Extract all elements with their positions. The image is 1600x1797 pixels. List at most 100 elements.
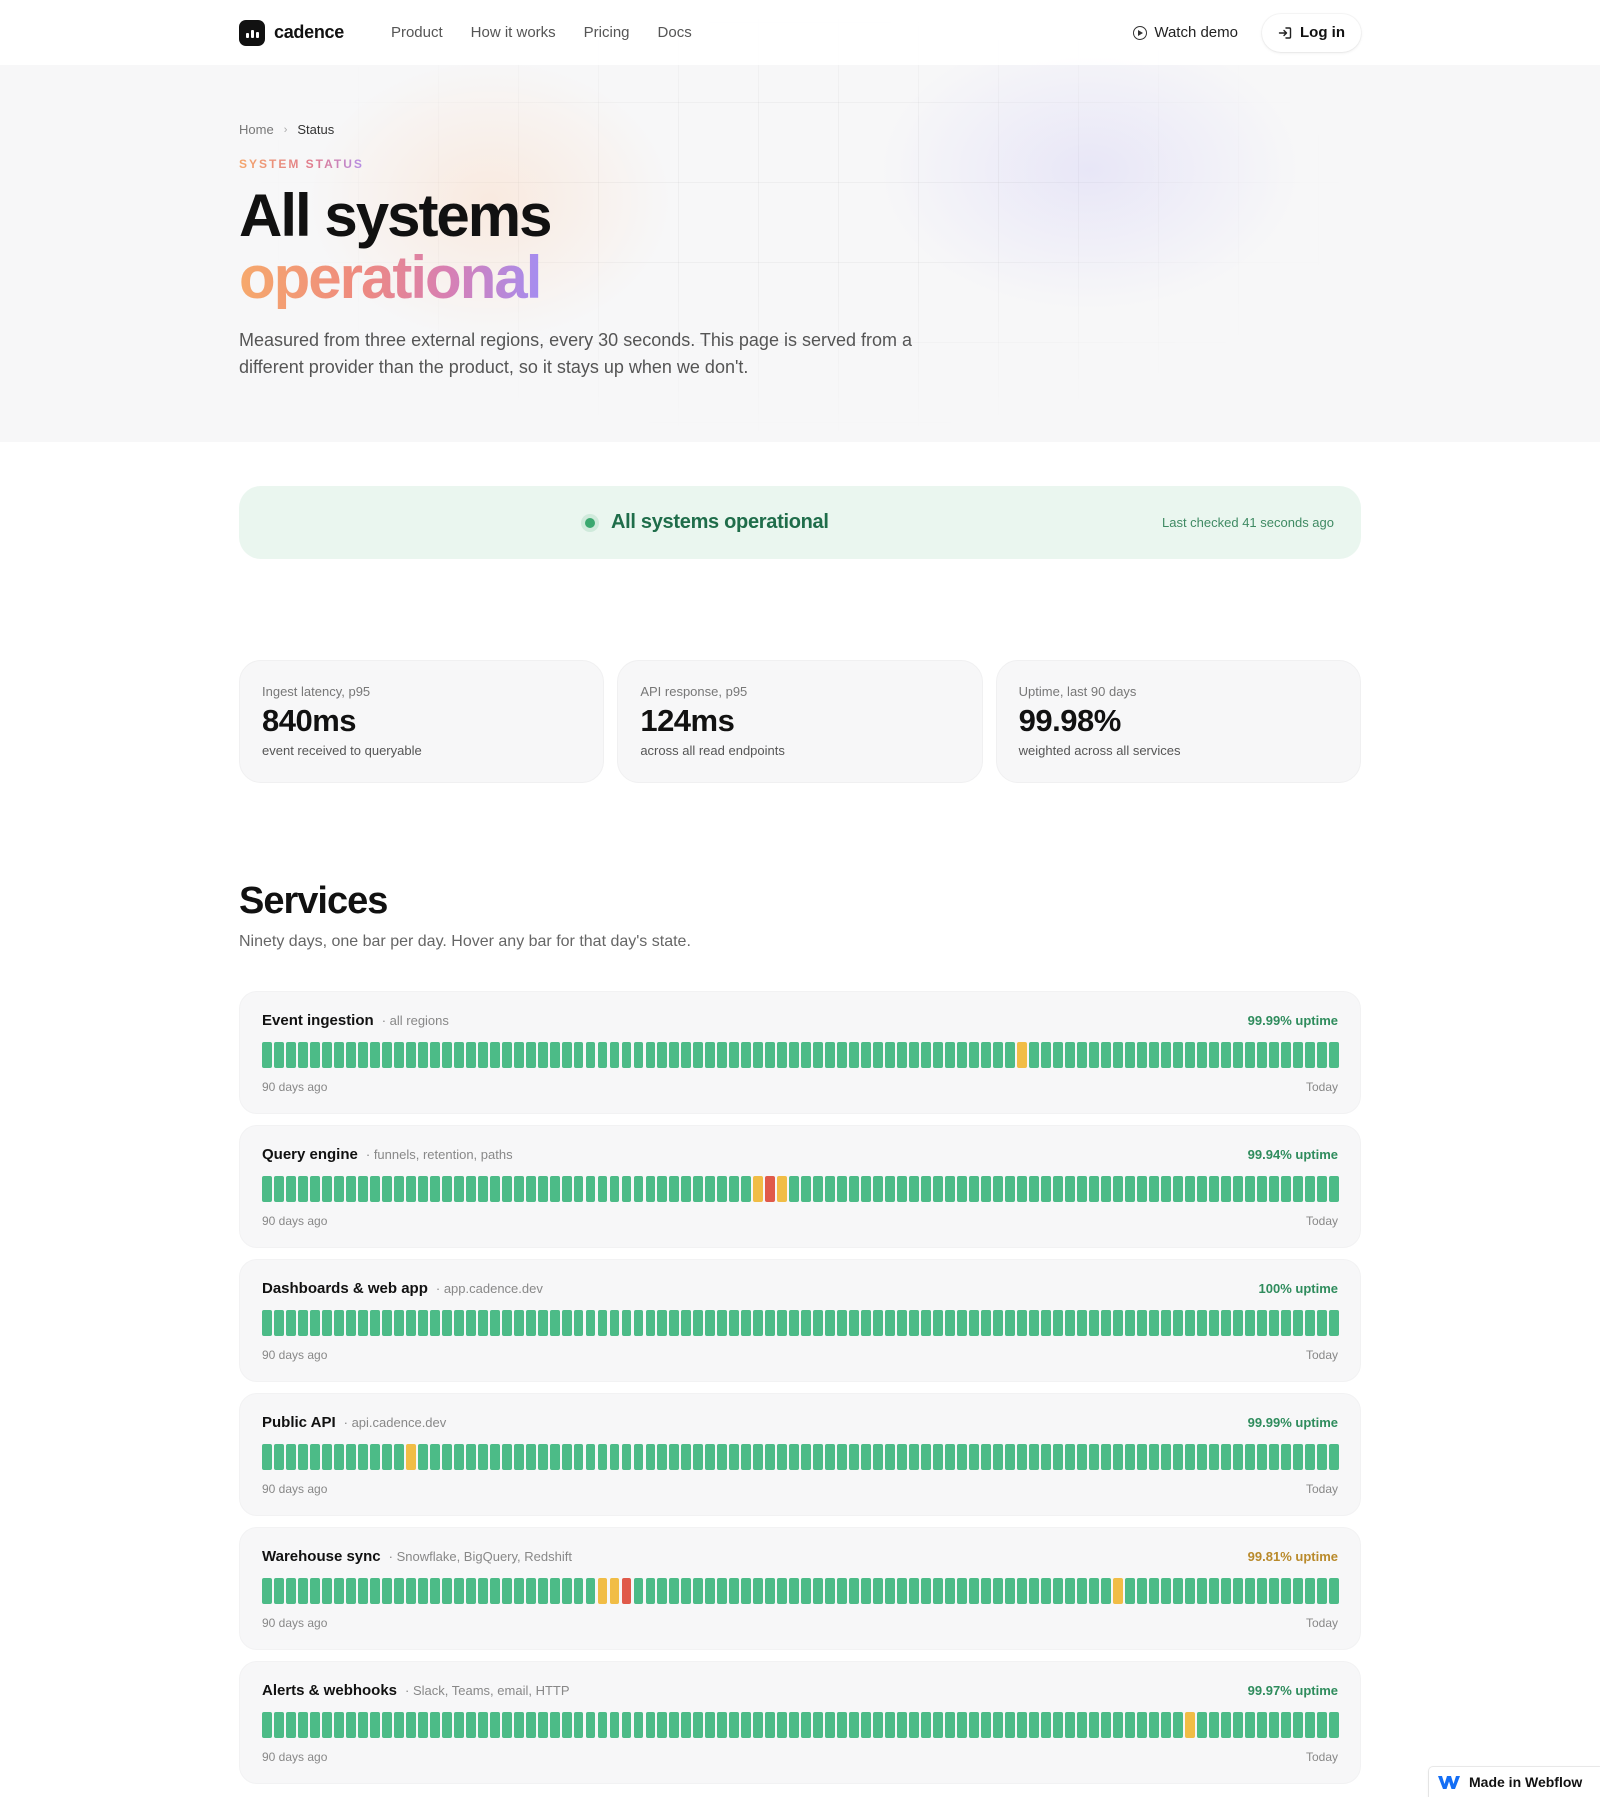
- day-bar-operational[interactable]: [573, 1176, 584, 1202]
- day-bar-operational[interactable]: [801, 1578, 812, 1604]
- day-bar-operational[interactable]: [753, 1310, 764, 1336]
- day-bar-operational[interactable]: [981, 1578, 991, 1604]
- day-bar-operational[interactable]: [741, 1176, 752, 1202]
- day-bar-operational[interactable]: [549, 1712, 560, 1738]
- day-bar-operational[interactable]: [262, 1310, 272, 1336]
- day-bar-operational[interactable]: [309, 1176, 320, 1202]
- day-bar-operational[interactable]: [813, 1444, 824, 1470]
- day-bar-operational[interactable]: [477, 1444, 488, 1470]
- day-bar-operational[interactable]: [1040, 1578, 1051, 1604]
- day-bar-operational[interactable]: [333, 1042, 344, 1068]
- day-bar-operational[interactable]: [1328, 1310, 1339, 1336]
- day-bar-operational[interactable]: [273, 1310, 284, 1336]
- day-bar-operational[interactable]: [801, 1712, 812, 1738]
- day-bar-operational[interactable]: [1292, 1578, 1303, 1604]
- day-bar-operational[interactable]: [1328, 1444, 1339, 1470]
- day-bar-operational[interactable]: [1256, 1712, 1267, 1738]
- day-bar-operational[interactable]: [813, 1578, 824, 1604]
- day-bar-operational[interactable]: [1268, 1712, 1279, 1738]
- day-bar-operational[interactable]: [585, 1712, 596, 1738]
- day-bar-outage[interactable]: [765, 1176, 776, 1202]
- day-bar-operational[interactable]: [393, 1042, 404, 1068]
- day-bar-operational[interactable]: [621, 1712, 632, 1738]
- day-bar-operational[interactable]: [945, 1712, 955, 1738]
- day-bar-operational[interactable]: [849, 1578, 860, 1604]
- day-bar-operational[interactable]: [645, 1310, 656, 1336]
- day-bar-operational[interactable]: [837, 1578, 848, 1604]
- day-bar-operational[interactable]: [1184, 1578, 1195, 1604]
- day-bar-outage[interactable]: [621, 1578, 632, 1604]
- day-bar-operational[interactable]: [693, 1444, 704, 1470]
- day-bar-operational[interactable]: [1136, 1310, 1147, 1336]
- day-bar-operational[interactable]: [825, 1712, 836, 1738]
- day-bar-operational[interactable]: [1292, 1444, 1303, 1470]
- day-bar-operational[interactable]: [573, 1578, 584, 1604]
- day-bar-operational[interactable]: [573, 1310, 584, 1336]
- day-bar-operational[interactable]: [1196, 1310, 1207, 1336]
- day-bar-operational[interactable]: [813, 1176, 824, 1202]
- day-bar-operational[interactable]: [861, 1578, 872, 1604]
- day-bar-operational[interactable]: [1005, 1578, 1015, 1604]
- day-bar-operational[interactable]: [825, 1444, 836, 1470]
- day-bar-operational[interactable]: [993, 1712, 1003, 1738]
- day-bar-operational[interactable]: [1232, 1712, 1243, 1738]
- day-bar-operational[interactable]: [465, 1176, 476, 1202]
- day-bar-operational[interactable]: [657, 1444, 668, 1470]
- day-bar-operational[interactable]: [273, 1712, 284, 1738]
- day-bar-operational[interactable]: [789, 1176, 800, 1202]
- day-bar-operational[interactable]: [429, 1176, 440, 1202]
- day-bar-operational[interactable]: [753, 1712, 764, 1738]
- day-bar-operational[interactable]: [837, 1712, 848, 1738]
- day-bar-operational[interactable]: [1244, 1310, 1255, 1336]
- day-bar-operational[interactable]: [1148, 1712, 1159, 1738]
- day-bar-operational[interactable]: [909, 1712, 920, 1738]
- day-bar-operational[interactable]: [1100, 1712, 1111, 1738]
- day-bar-operational[interactable]: [405, 1042, 416, 1068]
- day-bar-operational[interactable]: [285, 1310, 296, 1336]
- day-bar-operational[interactable]: [1064, 1310, 1075, 1336]
- day-bar-operational[interactable]: [1136, 1176, 1147, 1202]
- day-bar-operational[interactable]: [309, 1310, 320, 1336]
- day-bar-operational[interactable]: [801, 1176, 812, 1202]
- day-bar-operational[interactable]: [501, 1310, 512, 1336]
- day-bar-operational[interactable]: [897, 1176, 908, 1202]
- day-bar-operational[interactable]: [837, 1042, 848, 1068]
- day-bar-operational[interactable]: [693, 1310, 704, 1336]
- day-bar-operational[interactable]: [285, 1444, 296, 1470]
- day-bar-operational[interactable]: [993, 1578, 1003, 1604]
- day-bar-operational[interactable]: [873, 1712, 884, 1738]
- day-bar-operational[interactable]: [477, 1578, 488, 1604]
- day-bar-operational[interactable]: [1160, 1712, 1171, 1738]
- day-bar-operational[interactable]: [813, 1310, 824, 1336]
- day-bar-operational[interactable]: [1184, 1042, 1195, 1068]
- day-bar-operational[interactable]: [1292, 1310, 1303, 1336]
- day-bar-operational[interactable]: [489, 1310, 500, 1336]
- day-bar-operational[interactable]: [1124, 1176, 1135, 1202]
- day-bar-operational[interactable]: [357, 1578, 368, 1604]
- day-bar-operational[interactable]: [861, 1712, 872, 1738]
- day-bar-operational[interactable]: [777, 1042, 788, 1068]
- day-bar-operational[interactable]: [1017, 1712, 1027, 1738]
- day-bar-operational[interactable]: [381, 1176, 392, 1202]
- day-bar-operational[interactable]: [633, 1578, 644, 1604]
- day-bar-operational[interactable]: [1292, 1712, 1303, 1738]
- day-bar-operational[interactable]: [1256, 1310, 1267, 1336]
- day-bar-operational[interactable]: [849, 1712, 860, 1738]
- day-bar-operational[interactable]: [657, 1176, 668, 1202]
- day-bar-operational[interactable]: [921, 1176, 932, 1202]
- day-bar-operational[interactable]: [717, 1310, 728, 1336]
- day-bar-operational[interactable]: [1076, 1310, 1087, 1336]
- day-bar-operational[interactable]: [1088, 1444, 1099, 1470]
- day-bar-operational[interactable]: [1052, 1042, 1063, 1068]
- day-bar-operational[interactable]: [645, 1444, 656, 1470]
- day-bar-operational[interactable]: [573, 1042, 584, 1068]
- day-bar-operational[interactable]: [1124, 1310, 1135, 1336]
- day-bar-operational[interactable]: [1208, 1042, 1219, 1068]
- day-bar-operational[interactable]: [1040, 1042, 1051, 1068]
- day-bar-operational[interactable]: [501, 1712, 512, 1738]
- day-bar-operational[interactable]: [477, 1310, 488, 1336]
- day-bar-operational[interactable]: [345, 1578, 356, 1604]
- day-bar-operational[interactable]: [513, 1310, 524, 1336]
- day-bar-operational[interactable]: [765, 1712, 776, 1738]
- day-bar-operational[interactable]: [1316, 1310, 1327, 1336]
